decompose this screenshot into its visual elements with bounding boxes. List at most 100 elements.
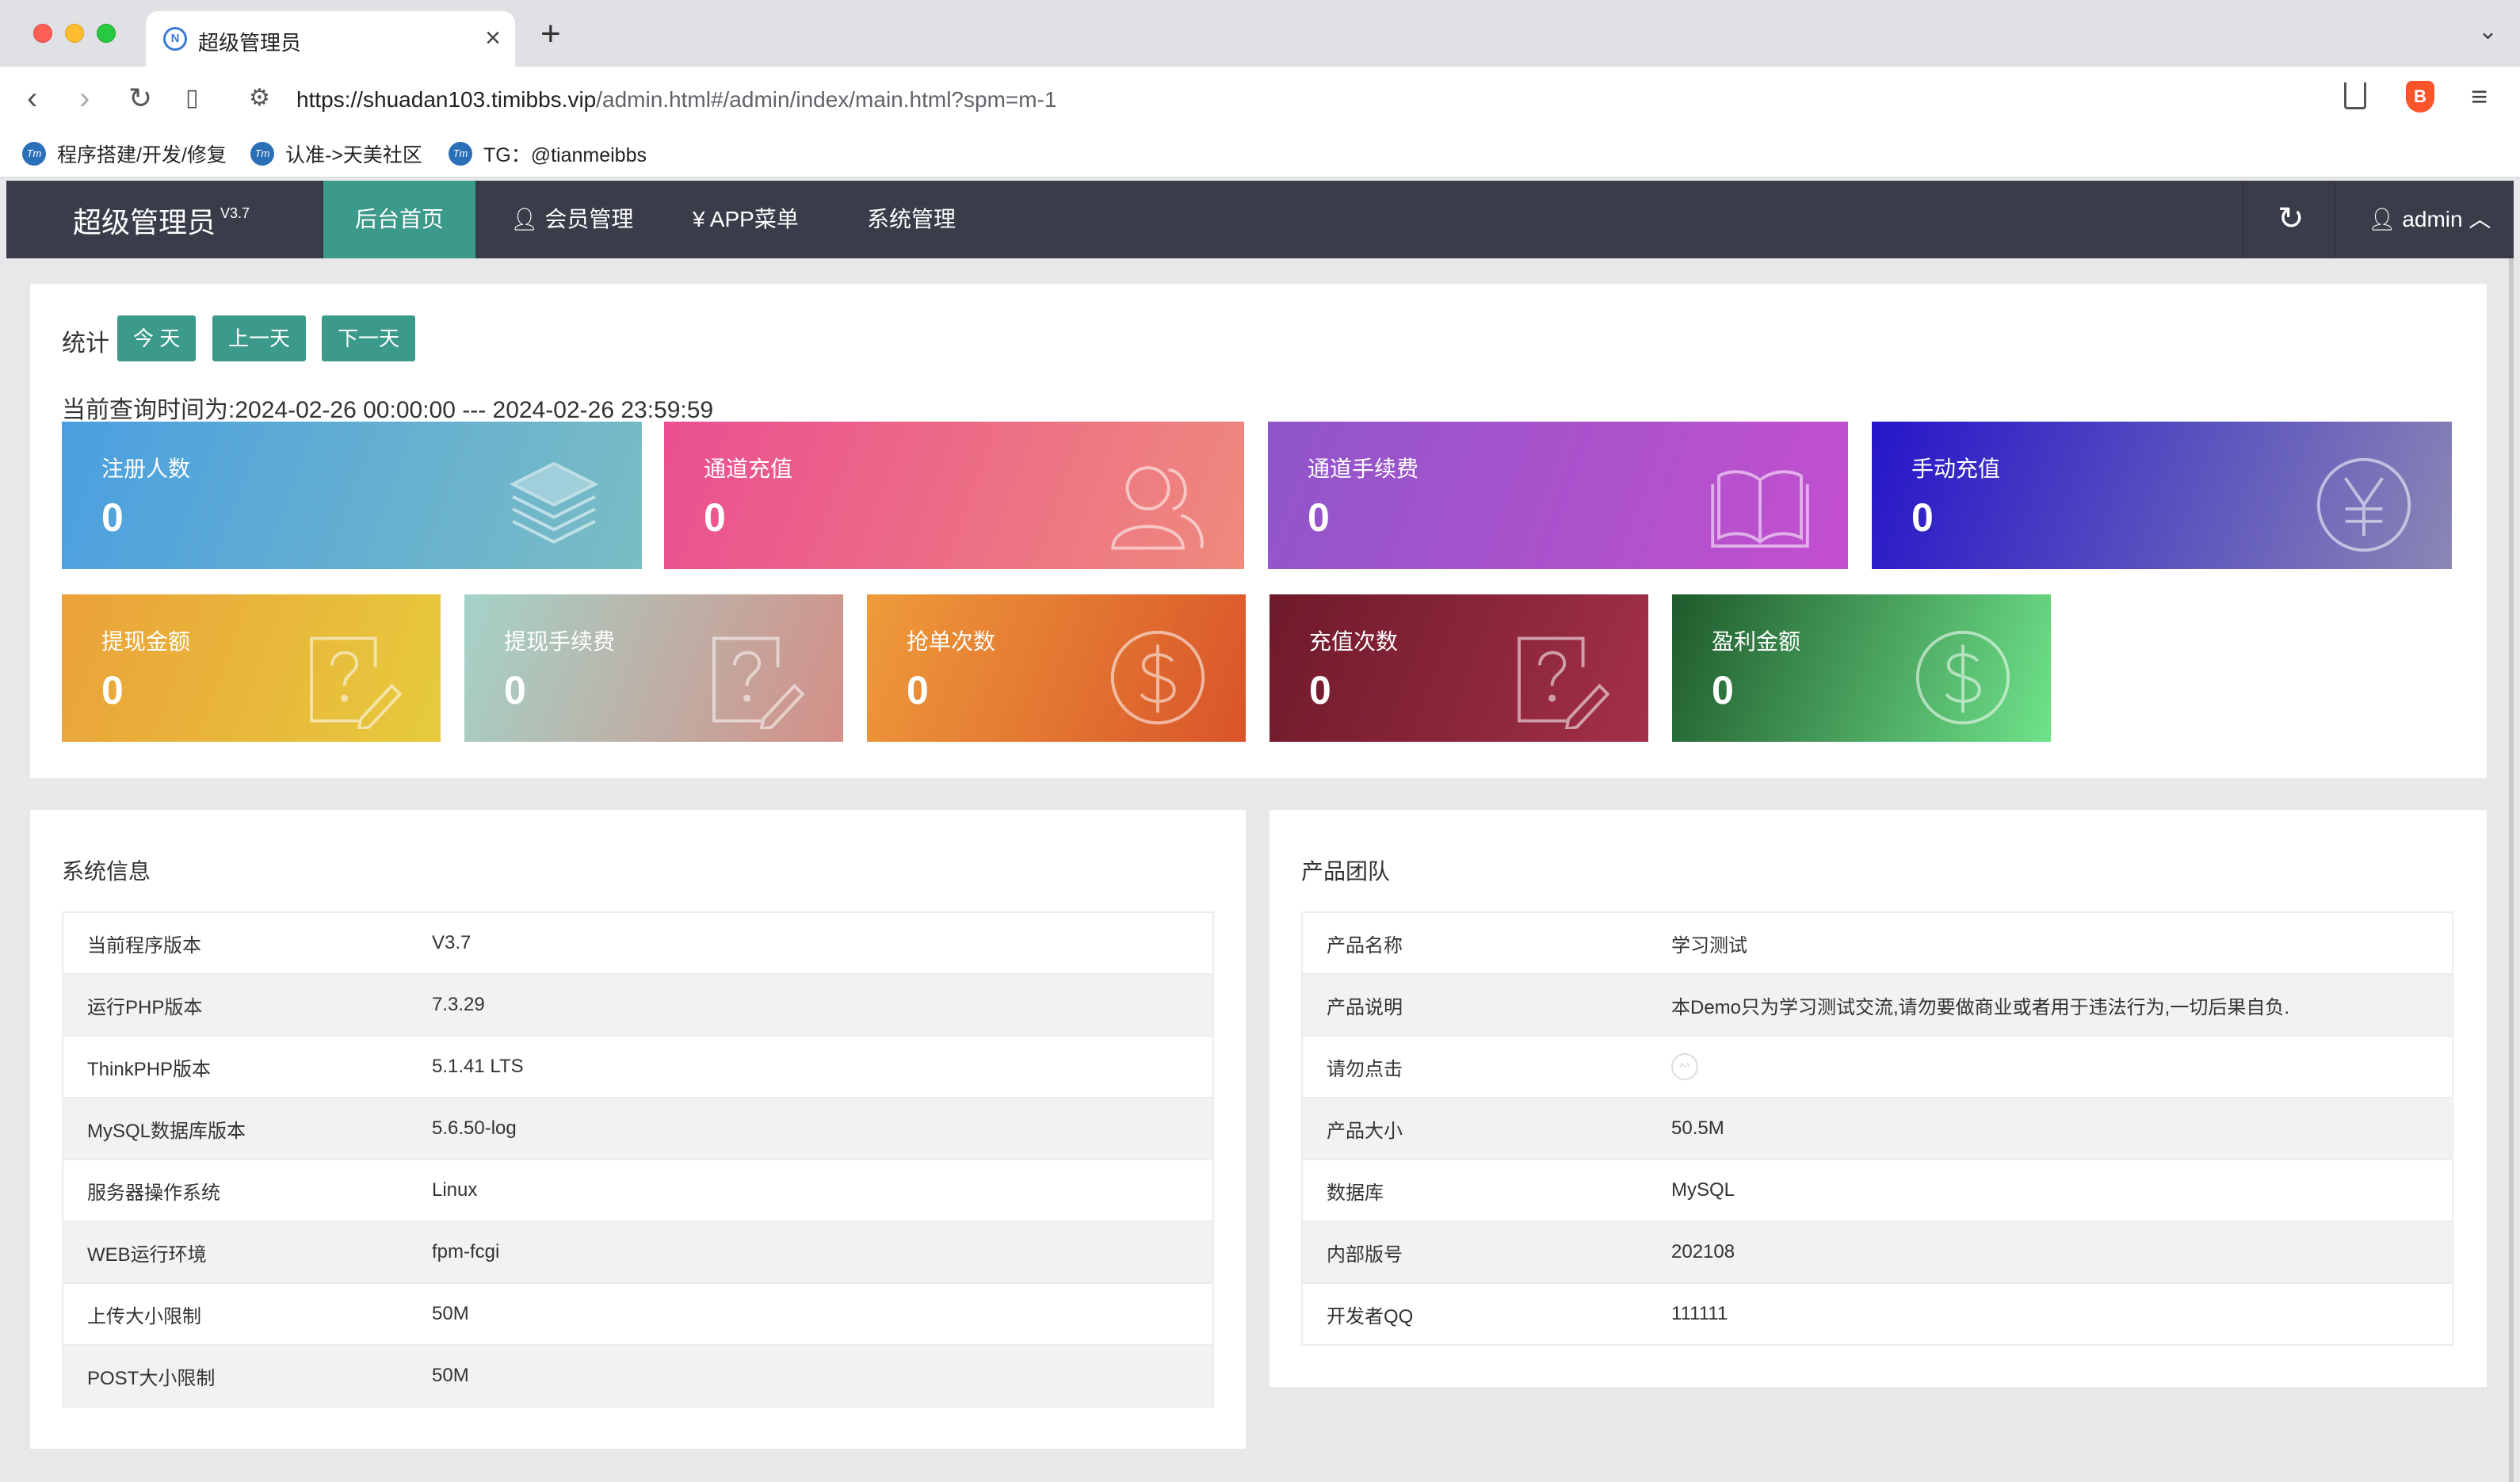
stat-card-value: 0: [101, 668, 124, 712]
nav-members[interactable]: 👤︎ 会员管理: [479, 181, 665, 258]
table-row: 产品大小 50.5M: [1302, 1097, 2453, 1160]
share-icon[interactable]: [2344, 82, 2366, 109]
next-day-button[interactable]: 下一天: [322, 315, 416, 361]
row-label: 产品名称: [1302, 911, 1648, 975]
stat-card: 通道充值 0: [664, 422, 1244, 569]
tab-title: 超级管理员: [198, 31, 302, 55]
reload-icon[interactable]: ↻: [128, 79, 152, 117]
table-row: MySQL数据库版本 5.6.50-log: [63, 1097, 1213, 1160]
table-row: 上传大小限制 50M: [63, 1282, 1213, 1346]
browser-tab[interactable]: N 超级管理员 ×: [146, 11, 515, 67]
row-value: 7.3.29: [408, 973, 1213, 1037]
stat-card-value: 0: [1308, 495, 1330, 540]
table-row: 数据库 MySQL: [1302, 1159, 2453, 1222]
browser-toolbar: ‹ › ↻ ▯ ⚙ https://shuadan103.timibbs.vip…: [0, 67, 2520, 130]
site-settings-icon[interactable]: ⚙: [249, 84, 270, 112]
row-value: 50M: [408, 1282, 1213, 1346]
user-icon: 👤︎: [510, 207, 545, 231]
bookmark-icon[interactable]: ▯: [185, 79, 199, 117]
row-value: 50M: [408, 1344, 1213, 1408]
stat-card: 注册人数 0: [62, 422, 642, 569]
stat-card-title: 抢单次数: [907, 629, 996, 654]
refresh-icon[interactable]: ↻: [2278, 203, 2304, 235]
tab-close-icon[interactable]: ×: [485, 22, 501, 54]
table-row: 开发者QQ 111111: [1302, 1282, 2453, 1346]
row-label: 开发者QQ: [1302, 1282, 1648, 1346]
row-value: 50.5M: [1648, 1097, 2453, 1160]
stat-card-title: 注册人数: [101, 456, 191, 481]
back-icon[interactable]: ‹: [27, 79, 37, 117]
bookmark-item[interactable]: Tm TG：@tianmeibbs: [449, 138, 647, 170]
stats-label: 统计: [62, 330, 109, 357]
bookmark-item[interactable]: Tm 认准->天美社区: [250, 138, 422, 170]
table-row: 请勿点击 ^^: [1302, 1035, 2453, 1098]
user-menu[interactable]: 👤︎ admin ︿: [2368, 181, 2491, 258]
tianmei-logo-icon: Tm: [250, 142, 274, 166]
close-window-button[interactable]: [33, 24, 52, 43]
address-bar[interactable]: ⚙ https://shuadan103.timibbs.vip/admin.h…: [235, 76, 2390, 122]
browser-tab-bar: N 超级管理员 × + ⌄: [0, 0, 2520, 67]
panel-title: 产品团队: [1301, 859, 1391, 884]
brave-shield-icon[interactable]: B: [2406, 81, 2434, 113]
stat-card-title: 通道充值: [704, 456, 793, 481]
scrollbar[interactable]: [2509, 258, 2514, 1482]
yen-icon: [2312, 453, 2415, 556]
site-favicon-icon: N: [163, 27, 187, 51]
row-value: 本Demo只为学习测试交流,请勿要做商业或者用于违法行为,一切后果自负.: [1648, 973, 2453, 1037]
today-button[interactable]: 今 天: [117, 315, 197, 361]
new-tab-icon[interactable]: +: [540, 14, 561, 54]
row-value: 5.1.41 LTS: [408, 1035, 1213, 1098]
stat-card-title: 盈利金额: [1712, 629, 1801, 654]
nav-home[interactable]: 后台首页: [323, 181, 476, 258]
question-doc-icon: [1509, 626, 1612, 731]
nav-system[interactable]: 系统管理: [835, 181, 987, 258]
stat-card: 提现金额 0: [62, 594, 441, 742]
row-value: 学习测试: [1648, 911, 2453, 975]
table-row: ThinkPHP版本 5.1.41 LTS: [63, 1035, 1213, 1098]
stat-card: 充值次数 0: [1270, 594, 1648, 742]
tab-list-chevron-icon[interactable]: ⌄: [2478, 17, 2498, 45]
book-icon: [1709, 453, 1812, 556]
user-icon: 👤︎: [2368, 207, 2403, 231]
table-row: WEB运行环境 fpm-fcgi: [63, 1220, 1213, 1284]
stat-card-value: 0: [504, 668, 526, 712]
browser-menu-icon[interactable]: ≡: [2471, 81, 2488, 113]
smiley-icon[interactable]: ^^: [1671, 1053, 1698, 1080]
stat-card-title: 通道手续费: [1308, 456, 1419, 481]
row-label: 数据库: [1302, 1159, 1648, 1222]
row-label: 当前程序版本: [63, 911, 408, 975]
layers-icon: [502, 453, 605, 556]
row-label: POST大小限制: [63, 1344, 408, 1408]
stat-card-title: 提现金额: [101, 629, 191, 654]
row-value: 5.6.50-log: [408, 1097, 1213, 1160]
row-label: 请勿点击: [1302, 1035, 1648, 1098]
forward-icon[interactable]: ›: [79, 79, 90, 117]
row-value: Linux: [408, 1159, 1213, 1222]
stat-card: 抢单次数 0: [867, 594, 1246, 742]
table-row: POST大小限制 50M: [63, 1344, 1213, 1408]
row-label: WEB运行环境: [63, 1220, 408, 1284]
row-label: 产品说明: [1302, 973, 1648, 1037]
table-row: 产品名称 学习测试: [1302, 911, 2453, 975]
maximize-window-button[interactable]: [97, 24, 116, 43]
minimize-window-button[interactable]: [65, 24, 84, 43]
admin-header: 超级管理员 V3.7 后台首页 👤︎ 会员管理 ¥ APP菜单 系统管理 ↻ 👤︎…: [6, 181, 2514, 258]
row-label: 运行PHP版本: [63, 973, 408, 1037]
system-info-table: 当前程序版本 V3.7 运行PHP版本 7.3.29 ThinkPHP版本 5.1.41 …: [62, 911, 1214, 1408]
version-badge: V3.7: [220, 205, 250, 221]
row-value: MySQL: [1648, 1159, 2453, 1222]
row-label: ThinkPHP版本: [63, 1035, 408, 1098]
stat-card-value: 0: [907, 668, 929, 712]
nav-app-menu[interactable]: ¥ APP菜单: [661, 181, 830, 258]
row-value: 111111: [1648, 1282, 2453, 1346]
row-value[interactable]: ^^: [1648, 1035, 2453, 1098]
url-text[interactable]: https://shuadan103.timibbs.vip/admin.htm…: [296, 87, 1056, 113]
system-info-panel: 系统信息 当前程序版本 V3.7 运行PHP版本 7.3.29 ThinkPHP版本 5.…: [30, 810, 1246, 1449]
bookmark-item[interactable]: Tm 程序搭建/开发/修复: [22, 138, 227, 170]
users-icon: [1105, 453, 1208, 556]
row-label: 产品大小: [1302, 1097, 1648, 1160]
stat-card-title: 充值次数: [1309, 629, 1399, 654]
product-team-panel: 产品团队 产品名称 学习测试 产品说明 本Demo只为学习测试交流,请勿要做商业或者用…: [1270, 810, 2487, 1387]
prev-day-button[interactable]: 上一天: [212, 315, 307, 361]
stat-card-value: 0: [1911, 495, 1934, 540]
